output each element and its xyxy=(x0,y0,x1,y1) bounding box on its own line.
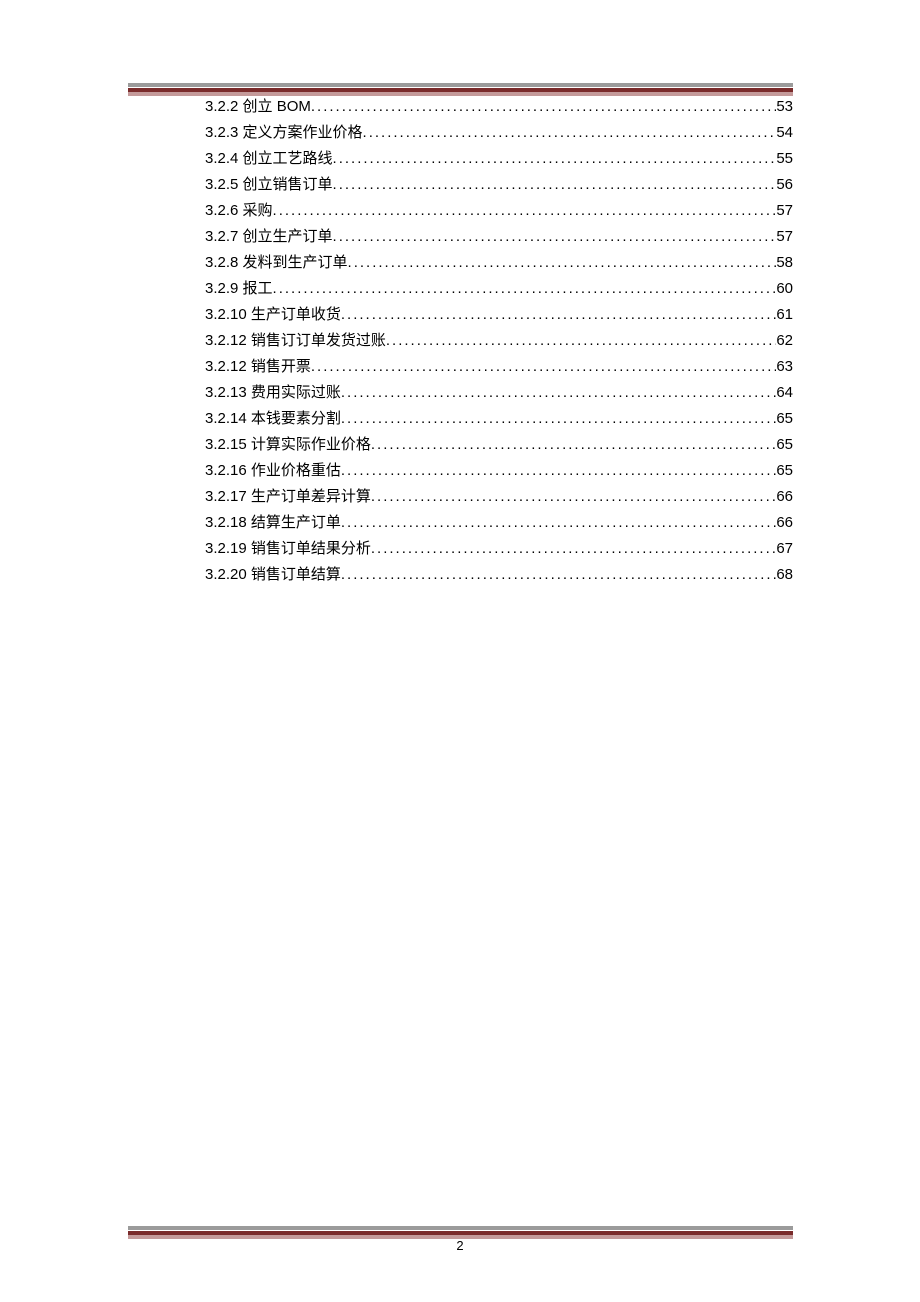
toc-entry-label: 3.2.20 销售订单结算 xyxy=(205,562,341,588)
toc-entry-label: 3.2.6 采购 xyxy=(205,198,273,224)
toc-leader-dots xyxy=(363,120,777,146)
toc-entry: 3.2.8 发料到生产订单 58 xyxy=(205,250,793,276)
toc-leader-dots xyxy=(371,536,776,562)
toc-entry: 3.2.5 创立销售订单 56 xyxy=(205,172,793,198)
toc-entry-page: 58 xyxy=(776,250,793,276)
toc-entry: 3.2.4 创立工艺路线 55 xyxy=(205,146,793,172)
toc-entry-label: 3.2.14 本钱要素分割 xyxy=(205,406,341,432)
toc-entry-label: 3.2.4 创立工艺路线 xyxy=(205,146,333,172)
toc-entry: 3.2.14 本钱要素分割 65 xyxy=(205,406,793,432)
toc-leader-dots xyxy=(341,380,776,406)
toc-leader-dots xyxy=(341,458,776,484)
toc-entry-page: 55 xyxy=(776,146,793,172)
toc-entry-page: 61 xyxy=(776,302,793,328)
toc-leader-dots xyxy=(273,276,777,302)
toc-entry-label: 3.2.12 销售开票 xyxy=(205,354,311,380)
toc-entry: 3.2.7 创立生产订单 57 xyxy=(205,224,793,250)
toc-leader-dots xyxy=(333,172,777,198)
toc-entry-label: 3.2.3 定义方案作业价格 xyxy=(205,120,363,146)
toc-entry-page: 65 xyxy=(776,406,793,432)
toc-entry: 3.2.15 计算实际作业价格 65 xyxy=(205,432,793,458)
toc-entry-label: 3.2.19 销售订单结果分析 xyxy=(205,536,371,562)
toc-entry-page: 53 xyxy=(776,94,793,120)
toc-leader-dots xyxy=(311,354,776,380)
toc-entry-page: 60 xyxy=(776,276,793,302)
toc-entry-label: 3.2.5 创立销售订单 xyxy=(205,172,333,198)
toc-entry: 3.2.3 定义方案作业价格 54 xyxy=(205,120,793,146)
toc-leader-dots xyxy=(371,484,776,510)
toc-entry: 3.2.16 作业价格重估 65 xyxy=(205,458,793,484)
toc-leader-dots xyxy=(341,406,776,432)
toc-entry-page: 62 xyxy=(776,328,793,354)
table-of-contents: 3.2.2 创立 BOM 533.2.3 定义方案作业价格543.2.4 创立工… xyxy=(205,94,793,588)
toc-leader-dots xyxy=(311,94,776,120)
toc-leader-dots xyxy=(341,302,776,328)
toc-entry-label: 3.2.16 作业价格重估 xyxy=(205,458,341,484)
toc-entry-page: 66 xyxy=(776,484,793,510)
toc-entry-page: 64 xyxy=(776,380,793,406)
toc-entry-label: 3.2.10 生产订单收货 xyxy=(205,302,341,328)
toc-leader-dots xyxy=(273,198,777,224)
toc-leader-dots xyxy=(348,250,777,276)
toc-entry: 3.2.10 生产订单收货 61 xyxy=(205,302,793,328)
toc-entry: 3.2.18 结算生产订单 66 xyxy=(205,510,793,536)
document-page: 3.2.2 创立 BOM 533.2.3 定义方案作业价格543.2.4 创立工… xyxy=(0,0,920,1302)
toc-entry-page: 54 xyxy=(776,120,793,146)
toc-entry-label: 3.2.15 计算实际作业价格 xyxy=(205,432,371,458)
toc-entry-label: 3.2.12 销售订订单发货过账 xyxy=(205,328,386,354)
toc-entry-label: 3.2.8 发料到生产订单 xyxy=(205,250,348,276)
toc-entry-page: 56 xyxy=(776,172,793,198)
page-number: 2 xyxy=(0,1238,920,1253)
toc-leader-dots xyxy=(341,562,776,588)
toc-leader-dots xyxy=(386,328,776,354)
toc-leader-dots xyxy=(333,224,777,250)
toc-leader-dots xyxy=(341,510,776,536)
toc-entry-page: 57 xyxy=(776,198,793,224)
toc-entry-page: 68 xyxy=(776,562,793,588)
toc-entry-label: 3.2.13 费用实际过账 xyxy=(205,380,341,406)
toc-entry: 3.2.6 采购 57 xyxy=(205,198,793,224)
toc-entry-page: 66 xyxy=(776,510,793,536)
toc-entry-page: 65 xyxy=(776,458,793,484)
toc-entry-label: 3.2.17 生产订单差异计算 xyxy=(205,484,371,510)
toc-entry-page: 63 xyxy=(776,354,793,380)
toc-entry: 3.2.19 销售订单结果分析 67 xyxy=(205,536,793,562)
toc-entry-page: 57 xyxy=(776,224,793,250)
toc-entry-label: 3.2.2 创立 BOM xyxy=(205,94,311,120)
toc-entry: 3.2.13 费用实际过账 64 xyxy=(205,380,793,406)
toc-entry-label: 3.2.9 报工 xyxy=(205,276,273,302)
toc-entry-page: 65 xyxy=(776,432,793,458)
toc-entry: 3.2.20 销售订单结算 68 xyxy=(205,562,793,588)
toc-entry: 3.2.17 生产订单差异计算 66 xyxy=(205,484,793,510)
toc-entry: 3.2.12 销售订订单发货过账 62 xyxy=(205,328,793,354)
toc-entry-label: 3.2.7 创立生产订单 xyxy=(205,224,333,250)
toc-leader-dots xyxy=(371,432,776,458)
toc-entry: 3.2.12 销售开票 63 xyxy=(205,354,793,380)
toc-entry-page: 67 xyxy=(776,536,793,562)
toc-entry: 3.2.2 创立 BOM 53 xyxy=(205,94,793,120)
toc-entry-label: 3.2.18 结算生产订单 xyxy=(205,510,341,536)
toc-leader-dots xyxy=(333,146,777,172)
toc-entry: 3.2.9 报工 60 xyxy=(205,276,793,302)
